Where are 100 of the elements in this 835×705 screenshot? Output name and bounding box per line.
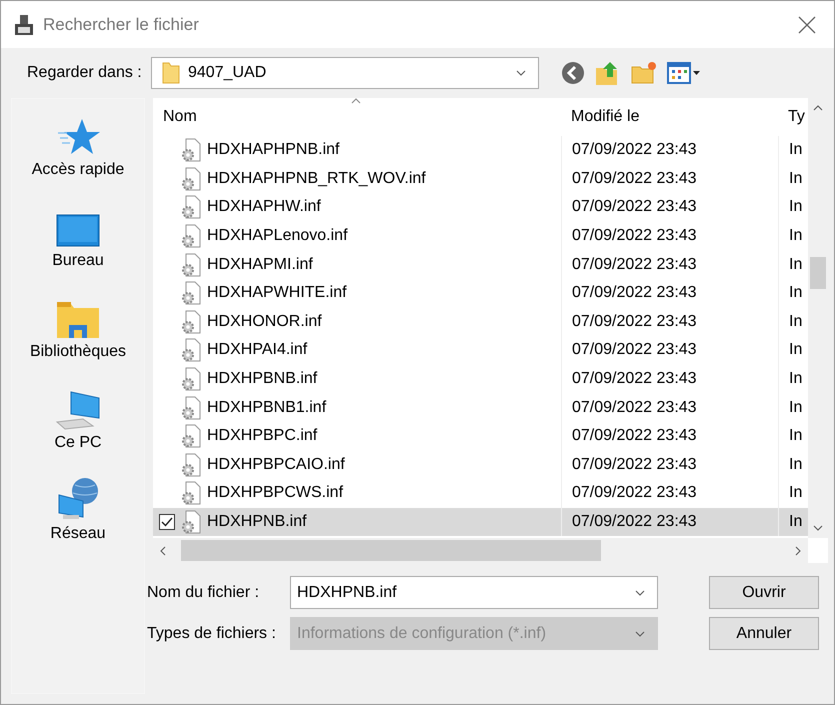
file-row[interactable]: HDXHPBPCAIO.inf 07/09/2022 23:43 In: [153, 450, 808, 480]
gear-file-icon: [181, 166, 201, 191]
close-icon: [798, 16, 816, 34]
chevron-down-icon: [516, 70, 526, 76]
file-type: In: [789, 370, 802, 388]
file-row[interactable]: HDXHAPMI.inf 07/09/2022 23:43 In: [153, 250, 808, 279]
gear-file-icon: [181, 281, 201, 306]
file-name: HDXHAPWHITE.inf: [207, 284, 347, 302]
file-row[interactable]: HDXHAPHPNB_RTK_WOV.inf 07/09/2022 23:43 In: [153, 164, 808, 194]
cancel-button[interactable]: Annuler: [709, 617, 819, 650]
modified-date: 07/09/2022 23:43: [572, 484, 697, 502]
column-header[interactable]: Nom: [153, 98, 561, 136]
star-icon: [56, 117, 100, 157]
modified-date: 07/09/2022 23:43: [572, 198, 697, 216]
column-header[interactable]: Ty: [778, 98, 808, 136]
gear-file-icon: [181, 195, 201, 220]
file-type: In: [789, 341, 802, 360]
sort-up-icon: [351, 98, 361, 104]
modified-date: 07/09/2022 23:43: [572, 141, 697, 160]
file-name-field[interactable]: HDXHPNB.inf: [290, 576, 658, 609]
file-row[interactable]: HDXHPBNB1.inf 07/09/2022 23:43 In: [153, 393, 808, 422]
gear-file-icon: [181, 510, 201, 534]
file-type: In: [789, 513, 802, 532]
file-name: HDXHAPLenovo.inf: [207, 227, 348, 246]
folder-icon: [56, 301, 100, 339]
modified-date: 07/09/2022 23:43: [572, 427, 697, 446]
file-name: HDXHONOR.inf: [207, 312, 322, 331]
sidebar-item[interactable]: Réseau: [14, 477, 142, 568]
file-type: In: [789, 284, 802, 302]
file-type-label: Types de fichiers :: [147, 624, 277, 642]
file-name: HDXHPBPCWS.inf: [207, 484, 344, 502]
file-type: In: [789, 198, 802, 216]
file-name: HDXHPBNB1.inf: [207, 398, 326, 417]
file-name: HDXHPBNB.inf: [207, 370, 318, 388]
gear-file-icon: [181, 452, 201, 477]
back-button[interactable]: [561, 61, 585, 85]
modified-date: 07/09/2022 23:43: [572, 456, 697, 474]
monitor-icon: [56, 214, 100, 248]
file-row[interactable]: HDXHPAI4.inf 07/09/2022 23:43 In: [153, 336, 808, 365]
sidebar-item[interactable]: Bibliothèques: [14, 295, 142, 386]
scrollbar-thumb[interactable]: [810, 257, 826, 289]
modified-date: 07/09/2022 23:43: [572, 256, 697, 274]
gear-file-icon: [181, 396, 201, 420]
scrollbar-thumb[interactable]: [181, 540, 601, 561]
file-type: In: [789, 170, 802, 188]
file-name: HDXHAPHW.inf: [207, 198, 321, 216]
file-name: HDXHPAI4.inf: [207, 341, 308, 360]
gear-file-icon: [181, 424, 201, 448]
file-row[interactable]: HDXHPBNB.inf 07/09/2022 23:43 In: [153, 364, 808, 394]
file-row[interactable]: HDXHAPLenovo.inf 07/09/2022 23:43 In: [153, 222, 808, 250]
file-row[interactable]: HDXHPBPC.inf 07/09/2022 23:43 In: [153, 422, 808, 451]
modified-date: 07/09/2022 23:43: [572, 341, 697, 360]
modified-date: 07/09/2022 23:43: [572, 370, 697, 388]
view-menu-button[interactable]: [667, 62, 701, 84]
file-row[interactable]: HDXHAPHPNB.inf 07/09/2022 23:43 In: [153, 136, 808, 165]
modified-date: 07/09/2022 23:43: [572, 227, 697, 246]
file-name: HDXHPBPC.inf: [207, 427, 318, 446]
sidebar-item[interactable]: Bureau: [14, 204, 142, 295]
file-type: In: [789, 227, 802, 246]
file-name-label: Nom du fichier :: [147, 584, 260, 602]
gear-file-icon: [181, 224, 201, 248]
look-in-label: Regarder dans :: [27, 64, 143, 82]
folder-icon: [162, 62, 180, 84]
file-type: In: [789, 312, 802, 331]
gear-file-icon: [181, 252, 201, 277]
view-grid-icon: [667, 62, 701, 84]
new-folder-button[interactable]: [631, 61, 657, 85]
column-header[interactable]: Modifié le: [561, 98, 778, 136]
file-type: In: [789, 398, 802, 417]
file-name: HDXHAPHPNB_RTK_WOV.inf: [207, 170, 426, 188]
modified-date: 07/09/2022 23:43: [572, 170, 697, 188]
file-type: In: [789, 141, 802, 160]
gear-file-icon: [181, 338, 201, 362]
file-row[interactable]: HDXHAPHW.inf 07/09/2022 23:43 In: [153, 193, 808, 222]
look-in-dropdown[interactable]: 9407_UAD: [151, 57, 539, 89]
file-type: In: [789, 256, 802, 274]
sidebar-item[interactable]: Accès rapide: [14, 113, 142, 204]
modified-date: 07/09/2022 23:43: [572, 513, 697, 532]
file-name: HDXHAPMI.inf: [207, 256, 313, 274]
file-type: In: [789, 427, 802, 446]
checkbox[interactable]: [159, 514, 175, 530]
file-type: In: [789, 456, 802, 474]
window-title: Rechercher le fichier: [43, 14, 200, 34]
open-button[interactable]: Ouvrir: [709, 576, 819, 609]
gear-file-icon: [181, 367, 201, 392]
new-folder-icon: [631, 61, 657, 85]
modified-date: 07/09/2022 23:43: [572, 312, 697, 331]
chevron-down-icon: [635, 630, 645, 636]
sidebar-item[interactable]: Ce PC: [14, 386, 142, 477]
file-row[interactable]: HDXHPNB.inf 07/09/2022 23:43 In: [153, 508, 808, 536]
file-name: HDXHPNB.inf: [207, 513, 307, 532]
gear-file-icon: [181, 481, 201, 506]
file-name: HDXHPBPCAIO.inf: [207, 456, 345, 474]
gear-file-icon: [181, 310, 201, 334]
modified-date: 07/09/2022 23:43: [572, 398, 697, 417]
file-row[interactable]: HDXHAPWHITE.inf 07/09/2022 23:43 In: [153, 278, 808, 308]
modified-date: 07/09/2022 23:43: [572, 284, 697, 302]
computer-icon: [55, 390, 101, 430]
app-icon: [13, 14, 35, 36]
file-row[interactable]: HDXHONOR.inf 07/09/2022 23:43 In: [153, 308, 808, 336]
